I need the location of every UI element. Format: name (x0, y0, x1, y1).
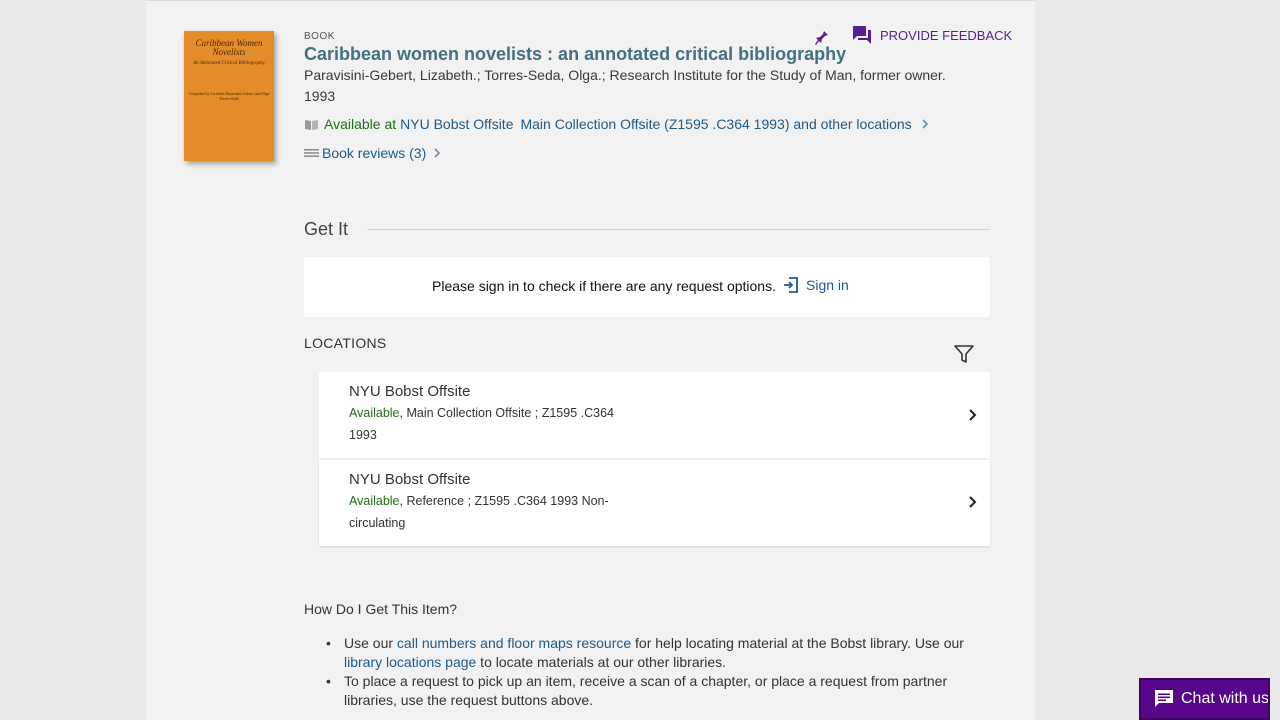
location-status: Available (349, 406, 400, 420)
record-date: 1993 (304, 88, 336, 104)
chevron-right-icon (432, 148, 442, 158)
signin-prompt: Please sign in to check if there are any… (432, 278, 776, 294)
availability-location[interactable]: Main Collection Offsite (Z1595 .C364 199… (520, 116, 911, 132)
library-locations-link[interactable]: library locations page (344, 654, 476, 670)
chat-button[interactable]: Chat with us (1139, 678, 1270, 720)
list-item: Use our call numbers and floor maps reso… (326, 634, 976, 672)
chevron-right-icon (965, 495, 979, 509)
signin-label: Sign in (806, 277, 849, 293)
list-icon (304, 147, 319, 159)
signin-icon (782, 276, 800, 294)
chevron-right-icon (965, 408, 979, 422)
location-library: NYU Bobst Offsite (349, 383, 471, 400)
book-reviews-link[interactable]: Book reviews (3) (304, 145, 442, 161)
location-status: Available (349, 494, 400, 508)
location-detail: Available, Main Collection Offsite ; Z15… (349, 402, 639, 446)
locations-heading: LOCATIONS (304, 335, 387, 351)
availability-library[interactable]: NYU Bobst Offsite (400, 116, 513, 132)
record-type: BOOK (304, 31, 335, 42)
cover-authors: Compiled by Lizabeth Paravisini-Gebert a… (188, 91, 270, 101)
bullet-text: for help locating material at the Bobst … (631, 635, 964, 651)
location-item[interactable]: NYU Bobst Offsite Available, Main Collec… (319, 372, 990, 459)
record-panel (146, 0, 1035, 720)
list-item: To place a request to pick up an item, r… (326, 672, 976, 710)
how-to-heading: How Do I Get This Item? (304, 601, 458, 617)
filter-icon[interactable] (953, 343, 975, 365)
call-numbers-link[interactable]: call numbers and floor maps resource (397, 635, 631, 651)
book-cover[interactable]: Caribbean Women Novelists An Annotated C… (184, 31, 274, 161)
chat-icon (1153, 688, 1175, 710)
record-authors: Paravisini-Gebert, Lizabeth.; Torres-Sed… (304, 67, 946, 83)
feedback-icon (852, 25, 872, 45)
availability-line[interactable]: Available at NYU Bobst Offsite Main Coll… (304, 116, 930, 132)
book-availability-icon (304, 118, 319, 131)
chat-label: Chat with us (1181, 690, 1270, 707)
pin-icon[interactable] (813, 25, 833, 47)
cover-subtitle: An Annotated Critical Bibliography (193, 61, 265, 66)
chevron-right-icon (920, 119, 930, 129)
record-title[interactable]: Caribbean women novelists : an annotated… (304, 44, 846, 65)
book-reviews-label[interactable]: Book reviews (3) (322, 145, 426, 161)
get-it-heading: Get It (304, 219, 349, 239)
location-detail: Available, Reference ; Z1595 .C364 1993 … (349, 490, 639, 534)
how-to-list: Use our call numbers and floor maps reso… (326, 634, 976, 710)
location-item[interactable]: NYU Bobst Offsite Available, Reference ;… (319, 460, 990, 546)
cover-title: Caribbean Women Novelists (195, 38, 263, 57)
signin-button[interactable]: Sign in (782, 276, 849, 294)
bullet-text: Use our (344, 635, 397, 651)
section-divider (367, 229, 990, 230)
provide-feedback-label: PROVIDE FEEDBACK (880, 27, 1013, 43)
provide-feedback-button[interactable]: PROVIDE FEEDBACK (852, 25, 1012, 45)
location-library: NYU Bobst Offsite (349, 471, 471, 488)
availability-status: Available at (324, 116, 397, 132)
bullet-text: to locate materials at our other librari… (476, 654, 727, 670)
